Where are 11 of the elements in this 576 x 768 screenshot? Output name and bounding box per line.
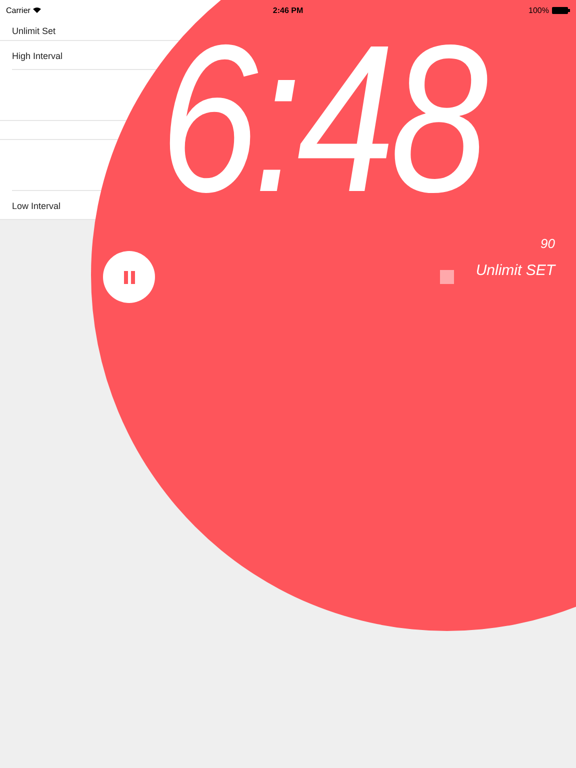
mode-label: Unlimit SET [476,262,555,279]
pause-icon [124,270,134,284]
list-item[interactable]: Low Interval [12,200,61,210]
interval-count: 90 [540,236,555,251]
clock-time: 2:46 PM [272,6,304,14]
battery-percent: 100% [528,6,549,14]
list-item[interactable]: High Interval [12,50,63,60]
wifi-icon [33,7,42,13]
carrier-label: Carrier [6,6,30,14]
list-item[interactable]: Unlimit Set [12,26,56,36]
timer-display: 6:48 [160,24,486,214]
